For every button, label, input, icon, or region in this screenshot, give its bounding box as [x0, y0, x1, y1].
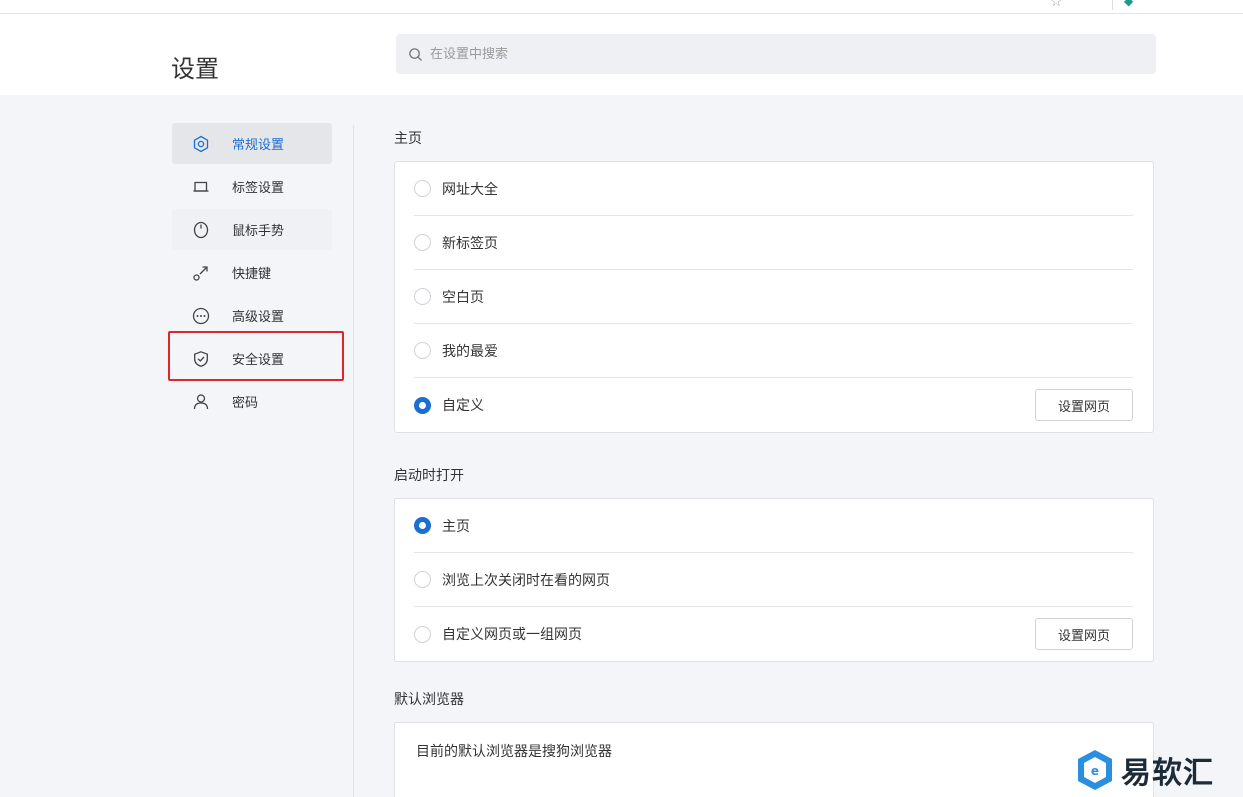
- option-label: 网址大全: [442, 181, 498, 198]
- shortcut-icon: [191, 263, 211, 283]
- search-box[interactable]: [396, 34, 1156, 74]
- page-title: 设置: [171, 55, 219, 83]
- sidebar-item-label: 安全设置: [232, 353, 285, 368]
- set-homepage-button[interactable]: 设置网页: [1035, 389, 1133, 421]
- search-input[interactable]: [430, 46, 1130, 62]
- option-label: 我的最爱: [442, 343, 498, 360]
- radio-button[interactable]: [414, 571, 431, 588]
- radio-option-row[interactable]: 自定义网页或一组网页 设置网页: [414, 607, 1133, 661]
- option-label: 浏览上次关闭时在看的网页: [442, 572, 610, 589]
- watermark-text: 易软汇: [1121, 756, 1214, 791]
- option-label: 新标签页: [442, 235, 498, 252]
- sidebar-item-shortcuts[interactable]: 快捷键: [172, 252, 332, 293]
- default-browser-status: 目前的默认浏览器是搜狗浏览器: [416, 744, 612, 760]
- toolbar-divider: [1112, 0, 1113, 10]
- sidebar-item-security[interactable]: 安全设置: [172, 338, 332, 379]
- startup-options-card: 主页 浏览上次关闭时在看的网页 自定义网页或一组网页 设置网页: [394, 498, 1154, 662]
- watermark-logo-icon: e: [1078, 750, 1112, 790]
- more-dots-icon: [191, 306, 211, 326]
- sidebar-item-general[interactable]: 常规设置: [172, 123, 332, 164]
- browser-top-strip: ☆ ◆: [0, 0, 1243, 14]
- sidebar-item-label: 密码: [232, 396, 259, 411]
- radio-option-row[interactable]: 网址大全: [414, 162, 1133, 216]
- sidebar-item-passwords[interactable]: 密码: [172, 381, 332, 422]
- radio-option-row[interactable]: 空白页: [414, 270, 1133, 324]
- radio-button[interactable]: [414, 625, 431, 643]
- homepage-options-card: 网址大全 新标签页 空白页 我的最爱 自定义 设置网页: [394, 161, 1154, 433]
- search-icon: [409, 47, 422, 61]
- sidebar-divider: [353, 125, 354, 797]
- watermark: e 易软汇: [1075, 748, 1214, 792]
- sidebar-item-label: 标签设置: [232, 181, 285, 196]
- section-title-default-browser: 默认浏览器: [394, 692, 464, 708]
- person-icon: [191, 392, 211, 412]
- radio-option-row[interactable]: 新标签页: [414, 216, 1133, 270]
- sidebar-item-advanced[interactable]: 高级设置: [172, 295, 332, 336]
- section-title-startup: 启动时打开: [394, 468, 464, 484]
- radio-button[interactable]: [414, 180, 431, 197]
- sidebar-item-label: 鼠标手势: [232, 224, 285, 239]
- sidebar-item-label: 高级设置: [232, 310, 285, 325]
- tab-icon: [191, 177, 211, 197]
- mouse-icon: [191, 220, 211, 240]
- set-startup-pages-button[interactable]: 设置网页: [1035, 618, 1133, 650]
- sidebar-item-label: 常规设置: [232, 138, 285, 153]
- hexagon-gear-icon: [191, 134, 211, 154]
- settings-header: 设置: [0, 14, 1243, 95]
- option-label: 主页: [442, 518, 470, 535]
- option-label: 自定义: [442, 398, 484, 414]
- radio-button[interactable]: [414, 342, 431, 359]
- settings-sidebar: 常规设置 标签设置 鼠标手势 快捷键 高级设置 安全设置 密码: [172, 123, 332, 424]
- extension-icon[interactable]: ◆: [1124, 0, 1133, 8]
- option-label: 空白页: [442, 289, 484, 306]
- sidebar-item-mouse-gestures[interactable]: 鼠标手势: [172, 209, 332, 250]
- radio-button[interactable]: [414, 288, 431, 305]
- radio-option-row[interactable]: 浏览上次关闭时在看的网页: [414, 553, 1133, 607]
- sidebar-item-label: 快捷键: [232, 267, 272, 282]
- radio-button-selected[interactable]: [414, 396, 431, 414]
- radio-option-row[interactable]: 主页: [414, 499, 1133, 553]
- option-label: 自定义网页或一组网页: [442, 627, 582, 643]
- radio-button-selected[interactable]: [414, 517, 431, 534]
- radio-button[interactable]: [414, 234, 431, 251]
- radio-option-row[interactable]: 自定义 设置网页: [414, 378, 1133, 432]
- bookmark-star-icon[interactable]: ☆: [1050, 0, 1063, 10]
- svg-text:e: e: [1091, 764, 1099, 778]
- radio-option-row[interactable]: 我的最爱: [414, 324, 1133, 378]
- sidebar-item-tabs[interactable]: 标签设置: [172, 166, 332, 207]
- shield-icon: [191, 349, 211, 369]
- section-title-homepage: 主页: [394, 131, 422, 147]
- default-browser-card: 目前的默认浏览器是搜狗浏览器: [394, 722, 1154, 797]
